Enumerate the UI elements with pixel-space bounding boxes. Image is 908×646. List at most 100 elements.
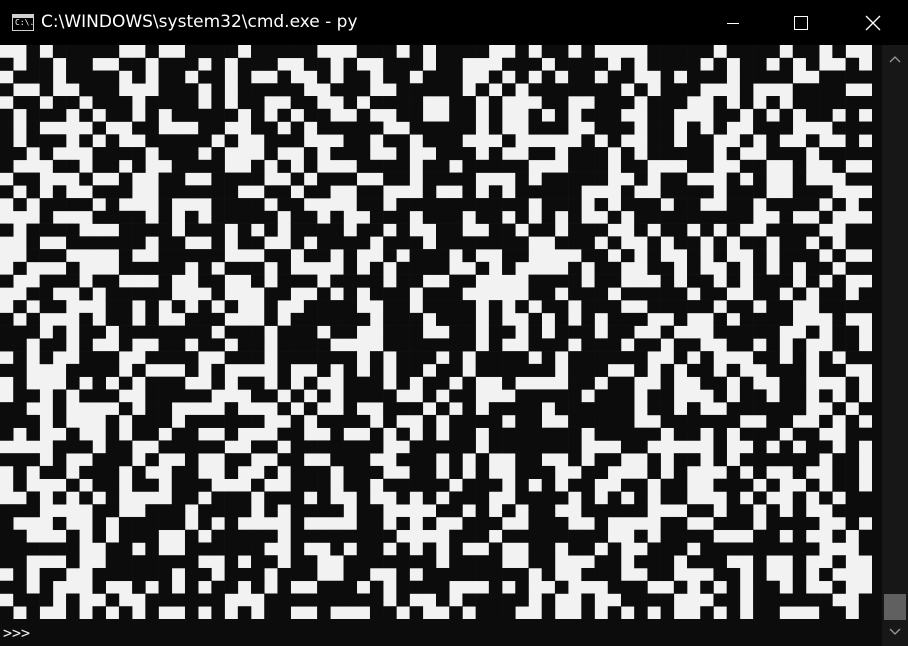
pattern-cell <box>541 287 556 301</box>
scroll-down-button[interactable] <box>882 620 908 644</box>
pattern-cell <box>726 414 741 428</box>
pattern-cell <box>303 376 318 390</box>
pattern-cell <box>264 210 278 224</box>
pattern-cell <box>792 198 807 212</box>
pattern-cell <box>713 542 727 556</box>
pattern-cell <box>528 312 542 326</box>
vertical-scrollbar[interactable] <box>882 45 908 646</box>
pattern-cell <box>805 185 820 199</box>
pattern-cell <box>224 542 239 556</box>
pattern-cell <box>132 325 146 339</box>
pattern-cell <box>488 427 503 441</box>
pattern-cell <box>462 159 476 173</box>
pattern-cell <box>805 440 820 454</box>
pattern-cell <box>739 185 754 199</box>
pattern-cell <box>356 453 371 467</box>
pattern-cell <box>26 70 40 84</box>
pattern-cell <box>356 555 371 569</box>
pattern-cell <box>832 45 846 59</box>
pattern-cell <box>343 134 358 148</box>
pattern-cell <box>369 542 384 556</box>
pattern-cell <box>0 363 14 377</box>
pattern-cell <box>700 134 714 148</box>
title-bar[interactable]: C:\. C:\WINDOWS\system32\cmd.exe - py <box>0 0 908 45</box>
pattern-cell <box>66 70 80 84</box>
pattern-cell <box>317 223 331 237</box>
pattern-cell <box>422 580 437 594</box>
pattern-cell <box>224 491 239 505</box>
pattern-cell <box>317 338 331 352</box>
pattern-cell <box>845 453 860 467</box>
pattern-cell <box>317 70 331 84</box>
pattern-cell <box>436 210 450 224</box>
pattern-cell <box>145 606 159 619</box>
pattern-cell <box>475 504 490 518</box>
minimize-button[interactable] <box>710 0 756 45</box>
pattern-cell <box>13 376 27 390</box>
pattern-cell <box>396 453 410 467</box>
pattern-cell <box>792 567 807 582</box>
pattern-cell <box>66 45 80 59</box>
pattern-cell <box>488 567 503 582</box>
console-output[interactable]: >>> <box>0 45 882 646</box>
pattern-cell <box>700 529 714 543</box>
pattern-cell <box>13 555 27 569</box>
pattern-cell <box>568 478 582 492</box>
pattern-cell <box>211 121 225 135</box>
pattern-cell <box>52 389 67 403</box>
pattern-cell <box>819 185 833 199</box>
pattern-cell <box>369 185 384 199</box>
pattern-cell <box>92 529 106 543</box>
pattern-cell <box>184 389 199 403</box>
pattern-cell <box>673 236 688 250</box>
scroll-up-button[interactable] <box>882 47 908 71</box>
pattern-cell <box>475 210 490 224</box>
pattern-cell <box>158 325 173 339</box>
pattern-cell <box>488 108 503 122</box>
pattern-cell <box>369 593 384 607</box>
pattern-cell <box>330 529 344 543</box>
pattern-cell <box>449 529 463 543</box>
pattern-cell <box>132 121 146 135</box>
pattern-cell <box>792 402 807 416</box>
pattern-cell <box>554 236 569 250</box>
pattern-cell <box>39 223 54 237</box>
pattern-cell <box>819 300 833 314</box>
pattern-cell <box>660 83 675 97</box>
pattern-cell <box>607 542 622 556</box>
pattern-cell <box>396 198 410 212</box>
pattern-cell <box>607 555 622 569</box>
pattern-cell <box>845 96 860 110</box>
pattern-cell <box>211 274 225 288</box>
pattern-cell <box>264 134 278 148</box>
pattern-cell <box>449 210 463 224</box>
pattern-cell <box>753 57 767 71</box>
pattern-cell <box>369 427 384 441</box>
pattern-cell <box>766 70 780 84</box>
pattern-cell <box>766 45 780 59</box>
pattern-cell <box>647 389 661 403</box>
pattern-cell <box>660 529 675 543</box>
pattern-cell <box>237 504 252 518</box>
pattern-cell <box>13 402 27 416</box>
pattern-cell <box>356 542 371 556</box>
pattern-cell <box>541 274 556 288</box>
pattern-cell <box>845 223 860 237</box>
pattern-cell <box>594 261 609 275</box>
pattern-cell <box>118 96 133 110</box>
close-button[interactable] <box>850 0 896 45</box>
pattern-cell <box>845 516 860 531</box>
pattern-cell <box>449 312 463 326</box>
pattern-cell <box>356 529 371 543</box>
scrollbar-thumb[interactable] <box>884 594 906 620</box>
pattern-cell <box>594 453 609 467</box>
pattern-cell <box>713 121 727 135</box>
pattern-cell <box>198 261 212 275</box>
pattern-cell <box>845 134 860 148</box>
pattern-cell <box>805 198 820 212</box>
pattern-cell <box>541 529 556 543</box>
pattern-cell <box>858 198 872 212</box>
pattern-cell <box>369 376 384 390</box>
pattern-cell <box>52 465 67 479</box>
maximize-button[interactable] <box>778 0 824 45</box>
